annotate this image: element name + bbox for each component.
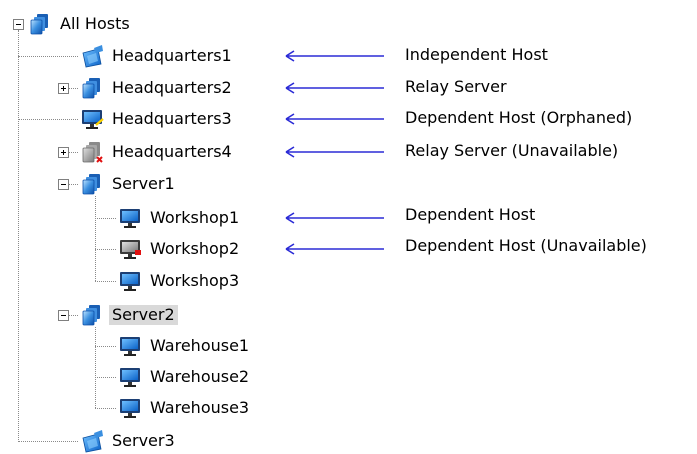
tree-node-workshop1[interactable]: Workshop1 xyxy=(118,206,242,230)
tree-connector-line xyxy=(18,441,78,442)
tree-node-warehouse1[interactable]: Warehouse1 xyxy=(118,334,252,358)
host-tree: All Hosts Headquarters1 Headquarters2 He… xyxy=(0,0,697,454)
tree-connector-line xyxy=(18,56,78,57)
tree-node-label: Server1 xyxy=(112,174,175,193)
tree-node-label: Warehouse3 xyxy=(150,398,250,417)
tree-node-headquarters1[interactable]: Headquarters1 xyxy=(80,44,235,68)
annotation-text: Dependent Host (Orphaned) xyxy=(405,108,633,127)
tree-node-headquarters4[interactable]: Headquarters4 xyxy=(80,140,235,164)
relay-server-icon xyxy=(80,76,104,100)
annotation-text: Dependent Host (Unavailable) xyxy=(405,236,647,255)
dependent-host-unavailable-icon xyxy=(118,237,142,261)
tree-node-label: Warehouse1 xyxy=(150,336,250,355)
tree-connector-line xyxy=(95,408,116,409)
tree-node-workshop2[interactable]: Workshop2 xyxy=(118,237,242,261)
tree-node-label: Warehouse2 xyxy=(150,367,250,386)
tree-connector-line xyxy=(95,196,96,281)
tree-node-label: Headquarters1 xyxy=(112,46,232,65)
dependent-host-icon xyxy=(118,206,142,230)
left-arrow-icon xyxy=(285,243,384,255)
tree-node-label: Server2 xyxy=(109,305,178,325)
dependent-host-icon xyxy=(118,334,142,358)
collapse-server2-toggle[interactable] xyxy=(58,310,69,321)
tree-node-label: Workshop3 xyxy=(150,271,240,290)
tree-connector-line xyxy=(18,30,19,442)
left-arrow-icon xyxy=(285,212,384,224)
dependent-host-icon xyxy=(118,396,142,420)
tree-node-server3[interactable]: Server3 xyxy=(80,429,178,453)
annotation-text: Relay Server (Unavailable) xyxy=(405,141,619,160)
relay-server-icon xyxy=(80,303,104,327)
tree-node-server2[interactable]: Server2 xyxy=(80,303,178,327)
dependent-host-icon xyxy=(118,365,142,389)
tree-connector-line xyxy=(95,249,116,250)
tree-node-server1[interactable]: Server1 xyxy=(80,172,178,196)
collapse-server1-toggle[interactable] xyxy=(58,179,69,190)
tree-connector-line xyxy=(95,346,116,347)
left-arrow-icon xyxy=(285,50,384,62)
tree-node-label: Workshop1 xyxy=(150,208,240,227)
all-hosts-icon xyxy=(28,12,52,36)
tree-connector-line xyxy=(95,377,116,378)
collapse-all-hosts-toggle[interactable] xyxy=(13,19,24,30)
tree-node-label: All Hosts xyxy=(60,14,130,33)
tree-connector-line xyxy=(18,119,78,120)
annotation-text: Dependent Host xyxy=(405,205,536,224)
tree-node-label: Server3 xyxy=(112,431,175,450)
independent-host-icon xyxy=(80,44,104,68)
relay-server-icon xyxy=(80,172,104,196)
annotation-text: Independent Host xyxy=(405,45,548,64)
tree-node-label: Headquarters4 xyxy=(112,142,232,161)
dependent-host-orphaned-icon xyxy=(80,107,104,131)
tree-node-workshop3[interactable]: Workshop3 xyxy=(118,269,242,293)
left-arrow-icon xyxy=(285,113,384,125)
dependent-host-icon xyxy=(118,269,142,293)
tree-node-label: Headquarters3 xyxy=(112,109,232,128)
tree-node-label: Headquarters2 xyxy=(112,78,232,97)
expand-headquarters4-toggle[interactable] xyxy=(58,147,69,158)
left-arrow-icon xyxy=(285,82,384,94)
tree-connector-line xyxy=(95,218,116,219)
relay-server-unavailable-icon xyxy=(80,140,104,164)
expand-headquarters2-toggle[interactable] xyxy=(58,83,69,94)
tree-connector-line xyxy=(95,281,116,282)
left-arrow-icon xyxy=(285,146,384,158)
tree-node-label: Workshop2 xyxy=(150,239,240,258)
tree-node-warehouse3[interactable]: Warehouse3 xyxy=(118,396,252,420)
tree-node-headquarters3[interactable]: Headquarters3 xyxy=(80,107,235,131)
tree-node-headquarters2[interactable]: Headquarters2 xyxy=(80,76,235,100)
tree-node-all-hosts[interactable]: All Hosts xyxy=(28,12,133,36)
independent-host-icon xyxy=(80,429,104,453)
tree-connector-line xyxy=(95,327,96,408)
tree-node-warehouse2[interactable]: Warehouse2 xyxy=(118,365,252,389)
annotation-text: Relay Server xyxy=(405,77,507,96)
